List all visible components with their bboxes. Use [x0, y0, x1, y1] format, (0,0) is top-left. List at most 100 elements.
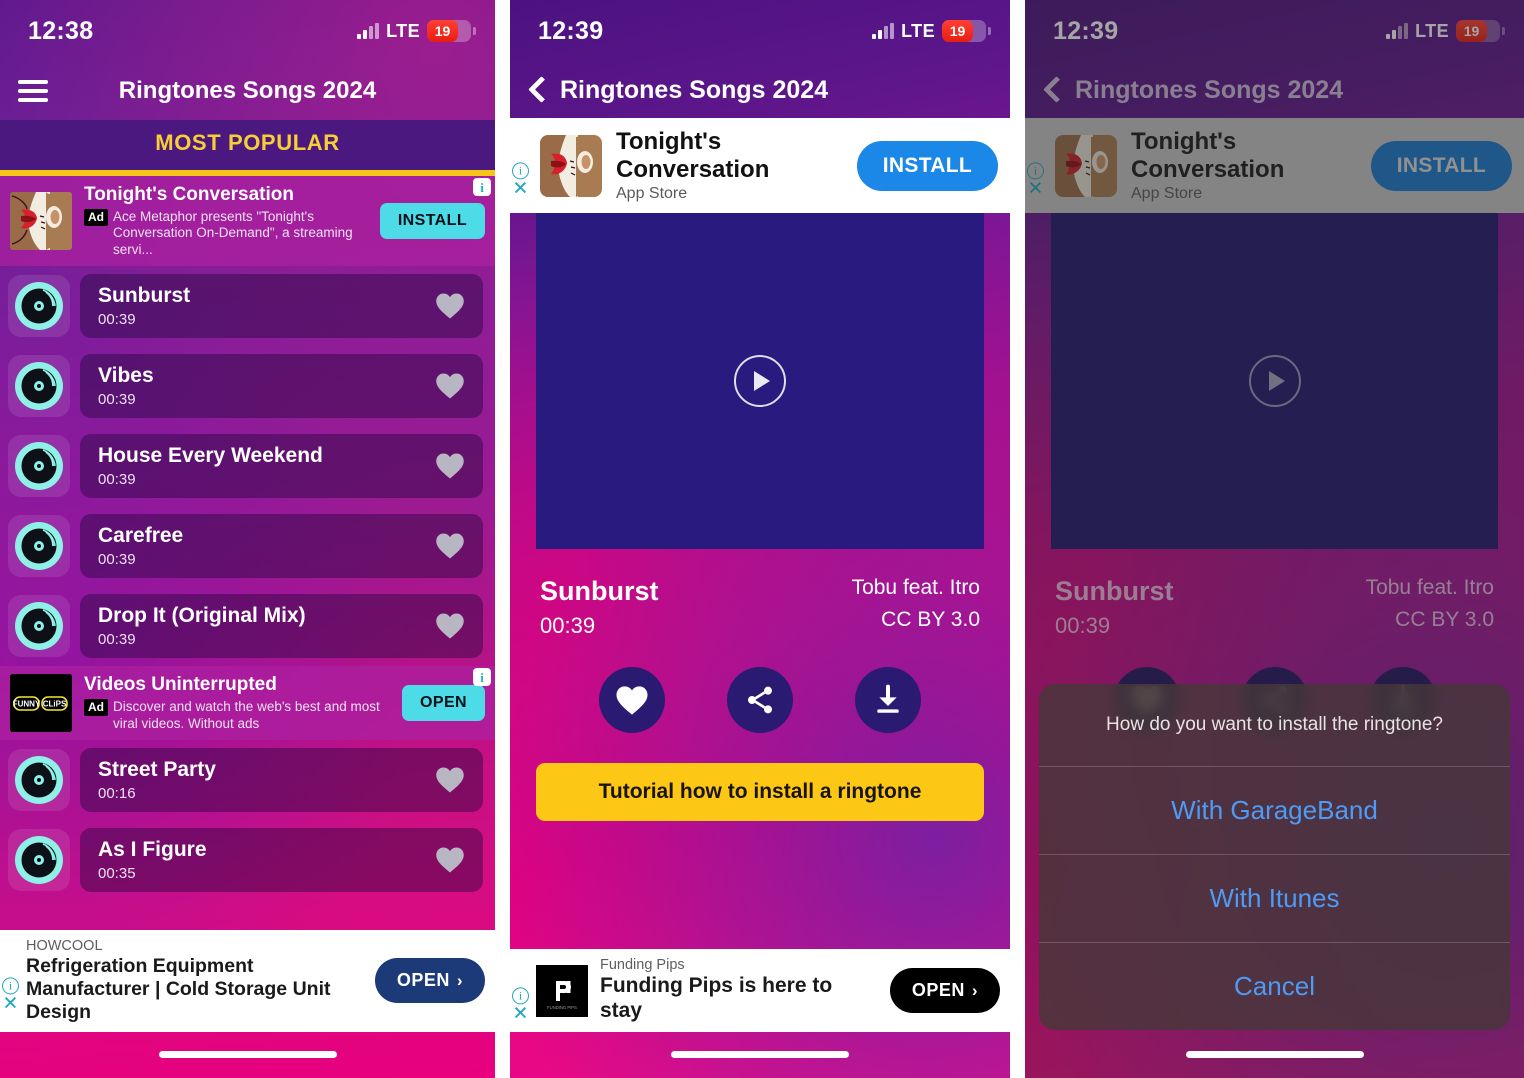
action-sheet-option-garageband[interactable]: With GarageBand [1039, 767, 1510, 855]
ad-install-button[interactable]: INSTALL [379, 203, 485, 240]
home-indicator-area [510, 1030, 1010, 1078]
list-item[interactable]: Vibes 00:39 [0, 346, 495, 426]
song-detail-info: Sunburst 00:39 Tobu feat. Itro CC BY 3.0 [510, 552, 1010, 639]
vinyl-record-icon[interactable] [8, 829, 70, 892]
song-card[interactable]: Carefree 00:39 [80, 514, 483, 579]
list-item[interactable]: Street Party 00:16 [0, 740, 495, 820]
heart-icon [616, 686, 648, 715]
heart-icon[interactable] [435, 292, 465, 320]
section-header-label: MOST POPULAR [155, 130, 340, 155]
heart-icon[interactable] [435, 372, 465, 400]
download-button[interactable] [855, 667, 921, 734]
status-time: 12:38 [28, 16, 94, 45]
song-card[interactable]: Sunburst 00:39 [80, 274, 483, 339]
song-title: Sunburst [98, 284, 191, 308]
bottom-banner-ad-funding-pips[interactable]: i ✕ FUNDING PIPS Funding Pips Funding Pi… [510, 949, 1010, 1032]
svg-text:FUNNY: FUNNY [13, 700, 41, 709]
ad-info-icon[interactable]: i [512, 986, 529, 1004]
nav-bar: Ringtones Songs 2024 [510, 62, 1010, 118]
vinyl-record-icon[interactable] [8, 435, 70, 498]
vinyl-record-icon[interactable] [8, 515, 70, 578]
home-indicator[interactable] [158, 1050, 337, 1058]
vinyl-record-icon[interactable] [8, 275, 70, 338]
list-item[interactable]: Drop It (Original Mix) 00:39 [0, 586, 495, 666]
song-duration: 00:16 [98, 785, 136, 803]
close-icon[interactable]: ✕ [2, 995, 19, 1014]
network-type: LTE [901, 20, 935, 41]
song-title: Vibes [98, 364, 154, 388]
kiss-whisper-illustration-icon [540, 134, 602, 197]
action-sheet-cancel[interactable]: Cancel [1039, 943, 1510, 1030]
vinyl-record-icon[interactable] [8, 595, 70, 658]
status-indicators: LTE 19 [357, 20, 476, 42]
banner-brand: HOWCOOL [26, 937, 103, 954]
vinyl-record-icon[interactable] [8, 749, 70, 812]
svg-text:FUNDING PIPS: FUNDING PIPS [547, 1005, 577, 1010]
ad-description: Ace Metaphor presents "Tonight's Convers… [113, 208, 353, 257]
banner-open-button[interactable]: OPEN › [374, 958, 485, 1004]
hamburger-menu-icon[interactable] [18, 80, 48, 102]
ad-info-icon[interactable]: i [512, 161, 529, 179]
list-item[interactable]: As I Figure 00:35 [0, 820, 495, 900]
home-indicator[interactable] [671, 1050, 849, 1058]
bottom-banner-ad-howcool[interactable]: i ✕ HOWCOOL Refrigeration Equipment Manu… [0, 929, 495, 1032]
share-icon [748, 686, 772, 714]
heart-icon[interactable] [435, 766, 465, 794]
chevron-left-icon[interactable] [530, 76, 546, 104]
song-title: Street Party [98, 758, 216, 782]
vinyl-record-icon[interactable] [8, 355, 70, 418]
song-card[interactable]: Vibes 00:39 [80, 354, 483, 419]
panel-song-detail: 12:39 LTE 19 Ringtones Songs 2024 i ✕ To… [510, 0, 1010, 1078]
ad-info-icon[interactable]: i [2, 977, 19, 995]
battery-icon: 19 [942, 20, 991, 42]
ad-title: Tonight's Conversation [84, 184, 295, 205]
song-duration: 00:39 [98, 391, 136, 409]
heart-icon[interactable] [435, 846, 465, 874]
inline-ad-videos-uninterrupted[interactable]: i FUNNY CLiPS Videos Uninterrupted Ad Di… [0, 666, 495, 741]
list-item[interactable]: House Every Weekend 00:39 [0, 426, 495, 506]
ad-info-icon[interactable]: i [473, 178, 491, 196]
song-title: As I Figure [98, 838, 207, 862]
ad-title: Tonight's Conversation [616, 128, 770, 183]
video-player[interactable] [536, 213, 984, 550]
inline-ad-tonights-conversation[interactable]: i Tonight's Conversation Ad Ace Metaphor… [0, 176, 495, 267]
page-title: Ringtones Songs 2024 [560, 75, 829, 104]
home-indicator[interactable] [1185, 1050, 1364, 1058]
song-duration: 00:39 [98, 551, 136, 569]
download-icon [877, 684, 899, 713]
heart-icon[interactable] [435, 612, 465, 640]
tutorial-button[interactable]: Tutorial how to install a ringtone [536, 763, 984, 822]
ad-badge: Ad [84, 699, 108, 717]
song-title: Sunburst [540, 576, 659, 607]
list-item[interactable]: Sunburst 00:39 [0, 266, 495, 346]
battery-icon: 19 [427, 20, 476, 42]
action-sheet-option-itunes[interactable]: With Itunes [1039, 855, 1510, 943]
play-circle-icon[interactable] [734, 355, 786, 408]
ad-subtitle: App Store [616, 185, 688, 203]
panel-divider [495, 0, 510, 1078]
song-license: CC BY 3.0 [881, 608, 980, 632]
heart-icon[interactable] [435, 532, 465, 560]
banner-open-button[interactable]: OPEN › [889, 968, 1000, 1014]
banner-text: Funding Pips Funding Pips is here to sta… [600, 957, 878, 1024]
share-button[interactable] [727, 667, 793, 734]
heart-icon[interactable] [435, 452, 465, 480]
ad-info-icon[interactable]: i [473, 668, 491, 687]
status-indicators: LTE 19 [872, 20, 991, 42]
home-indicator-area [0, 1030, 495, 1078]
ad-controls: i ✕ [512, 986, 529, 1023]
song-card[interactable]: Drop It (Original Mix) 00:39 [80, 594, 483, 659]
song-card[interactable]: As I Figure 00:35 [80, 828, 483, 893]
ad-open-button[interactable]: OPEN [402, 685, 485, 722]
favorite-button[interactable] [599, 667, 665, 734]
ad-install-button[interactable]: INSTALL [856, 140, 998, 191]
banner-brand: Funding Pips [600, 957, 685, 974]
list-item[interactable]: Carefree 00:39 [0, 506, 495, 586]
close-icon[interactable]: ✕ [512, 1004, 529, 1023]
song-card[interactable]: Street Party 00:16 [80, 748, 483, 813]
app-install-ad[interactable]: i ✕ Tonight's Conversation App Store INS… [510, 118, 1010, 214]
song-card[interactable]: House Every Weekend 00:39 [80, 434, 483, 499]
song-duration: 00:39 [540, 613, 596, 639]
close-icon[interactable]: ✕ [512, 179, 529, 198]
nav-bar: Ringtones Songs 2024 [0, 62, 495, 120]
